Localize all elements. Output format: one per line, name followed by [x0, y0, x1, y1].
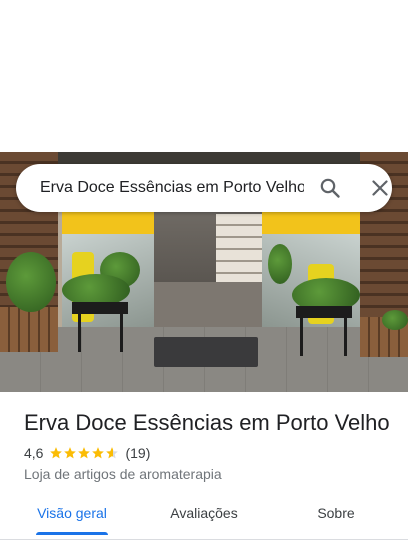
tab-bar: Visão geral Avaliações Sobre: [0, 496, 408, 536]
blank-map-area: [0, 0, 408, 152]
stand-right-leg: [344, 316, 347, 356]
door-mat: [154, 337, 258, 367]
search-icon[interactable]: [318, 176, 342, 200]
rating-row[interactable]: 4,6 (19): [24, 443, 150, 463]
half-star-icon: [106, 447, 119, 459]
tab-overview[interactable]: Visão geral: [18, 496, 126, 536]
stand-left-leg: [78, 312, 81, 352]
plant-inside-right: [268, 244, 292, 284]
star-icon: [64, 447, 77, 459]
rating-value: 4,6: [24, 445, 44, 461]
tab-reviews[interactable]: Avaliações: [150, 496, 258, 536]
close-icon[interactable]: [368, 176, 392, 200]
place-category[interactable]: Loja de artigos de aromaterapia: [24, 464, 222, 484]
star-icon: [50, 447, 63, 459]
review-count[interactable]: (19): [125, 445, 150, 461]
tab-about[interactable]: Sobre: [282, 496, 390, 536]
plant-left: [6, 252, 56, 312]
stand-right-leg: [300, 316, 303, 356]
search-input[interactable]: Erva Doce Essências em Porto Velho: [40, 177, 304, 199]
tabs-divider: [0, 539, 408, 540]
active-tab-indicator: [36, 532, 108, 535]
plant-right: [382, 310, 408, 330]
store-entrance: [154, 282, 262, 328]
planter-left: [0, 307, 58, 352]
star-icon: [92, 447, 105, 459]
stand-left-leg: [120, 312, 123, 352]
store-sign-left: [62, 212, 154, 234]
place-title: Erva Doce Essências em Porto Velho: [24, 410, 390, 435]
storefront-awning: [58, 152, 360, 164]
store-sign-right: [262, 212, 360, 234]
star-icon: [78, 447, 91, 459]
rating-stars: [49, 446, 119, 460]
search-bar[interactable]: Erva Doce Essências em Porto Velho: [16, 164, 392, 212]
